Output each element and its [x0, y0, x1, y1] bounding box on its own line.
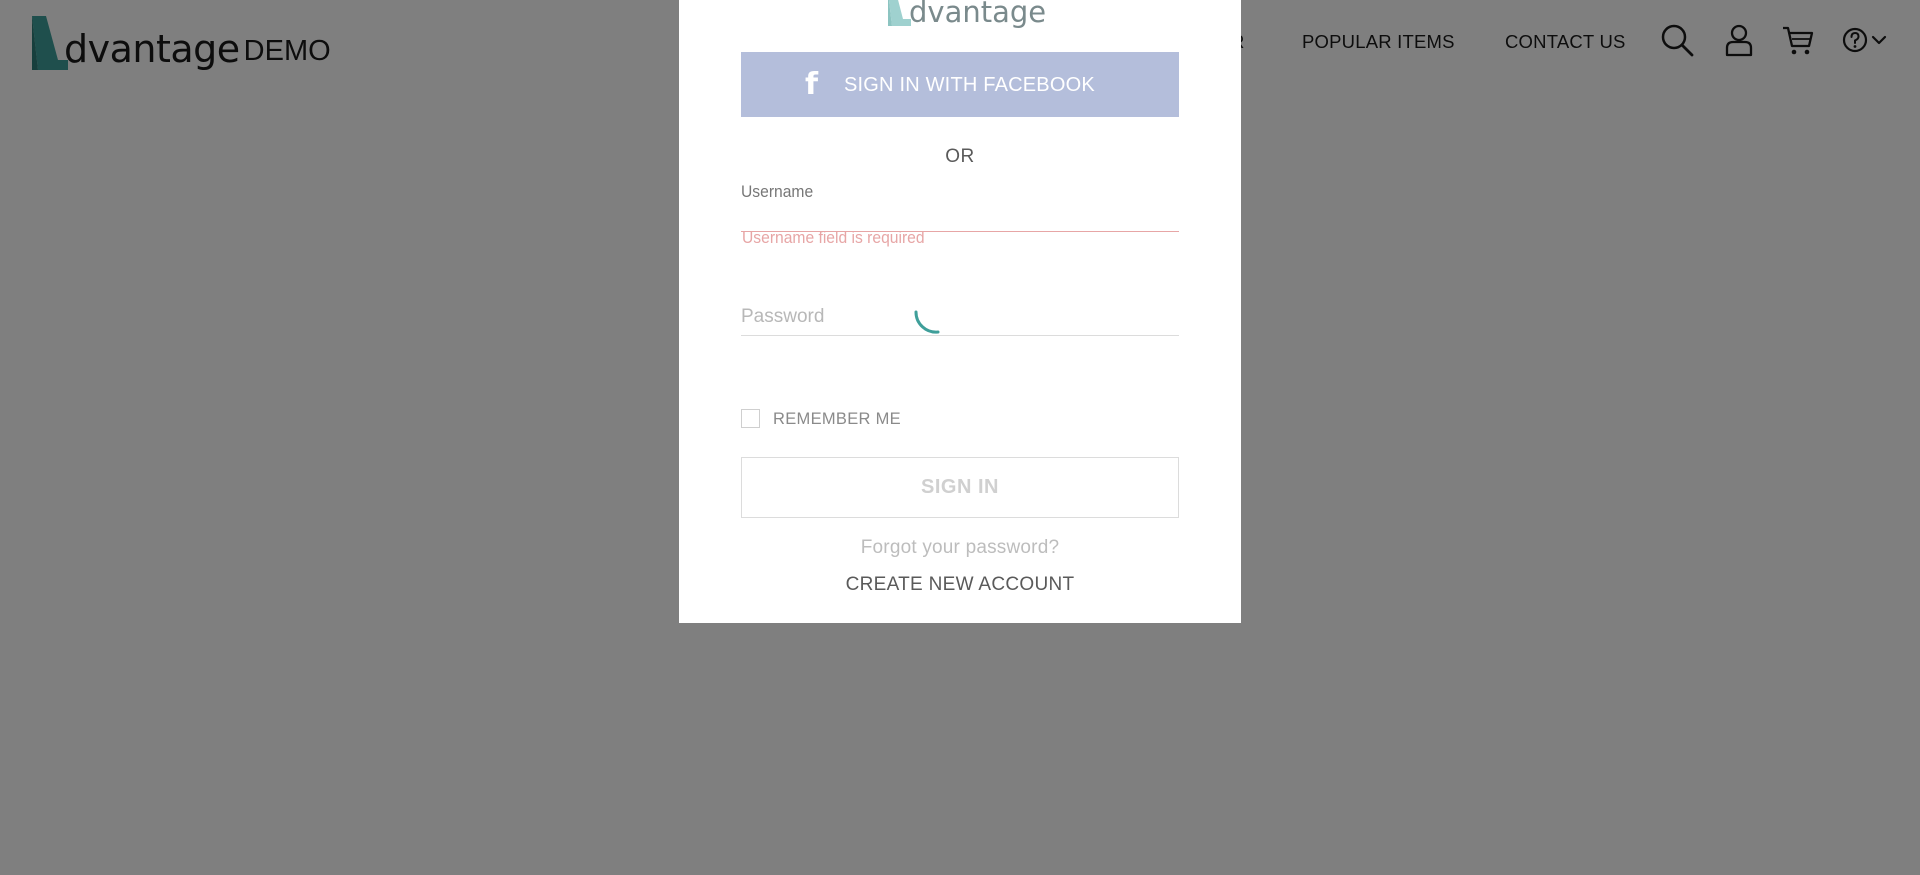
loading-spinner-icon — [914, 310, 940, 334]
remember-me-checkbox[interactable] — [741, 409, 760, 428]
facebook-signin-button[interactable]: f SIGN IN WITH FACEBOOK — [741, 52, 1179, 117]
forgot-password-link[interactable]: Forgot your password? — [679, 537, 1241, 559]
modal-logo-wordmark: dvantage — [909, 0, 1047, 29]
or-divider: OR — [945, 146, 975, 167]
facebook-signin-label: SIGN IN WITH FACEBOOK — [844, 74, 1095, 96]
modal-logo: dvantage — [885, 0, 1046, 28]
create-account-link[interactable]: CREATE NEW ACCOUNT — [679, 574, 1241, 596]
username-error-message: Username field is required — [742, 228, 925, 247]
username-label: Username — [741, 182, 814, 201]
remember-me-label[interactable]: REMEMBER ME — [773, 410, 901, 429]
password-input[interactable] — [741, 298, 1179, 336]
facebook-icon: f — [805, 67, 819, 102]
login-modal: dvantage f SIGN IN WITH FACEBOOK OR User… — [679, 0, 1241, 623]
sign-in-button[interactable]: SIGN IN — [741, 457, 1179, 518]
